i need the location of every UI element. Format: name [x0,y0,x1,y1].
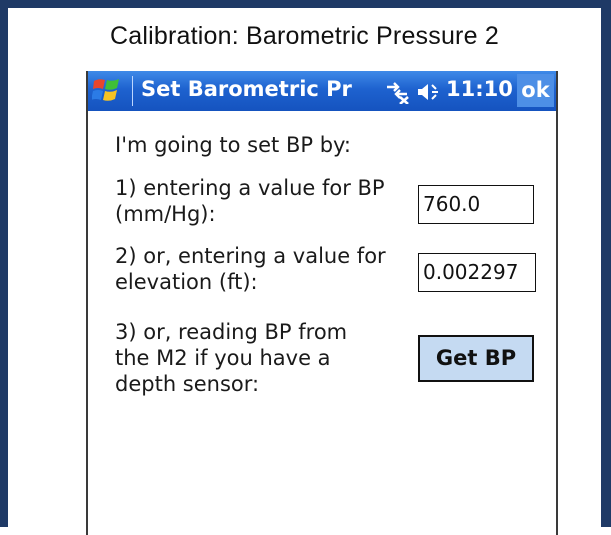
windows-logo-icon[interactable] [92,76,122,106]
title-bar: Set Barometric Pr 11:10 ok [88,71,556,111]
intro-text: I'm going to set BP by: [115,133,352,157]
option2-label: 2) or, entering a value for elevation (f… [115,244,386,294]
elevation-input[interactable]: 0.002297 [418,253,536,292]
clock[interactable]: 11:10 [446,77,513,101]
title-separator [132,76,133,106]
option1-label: 1) entering a value for BP (mm/Hg): [115,176,385,226]
volume-icon[interactable] [416,81,442,103]
document-frame: Calibration: Barometric Pressure 2 Set B… [0,0,611,535]
caption: Calibration: Barometric Pressure 2 [110,22,499,50]
device-screen: Set Barometric Pr 11:10 ok I'm going to … [86,71,558,535]
option3-label: 3) or, reading BP from the M2 if you hav… [115,320,348,396]
connectivity-icon[interactable] [384,80,410,104]
bp-value-input[interactable]: 760.0 [418,185,534,224]
get-bp-button[interactable]: Get BP [418,335,534,382]
ok-button[interactable]: ok [517,74,554,107]
window-title: Set Barometric Pr [141,77,352,101]
